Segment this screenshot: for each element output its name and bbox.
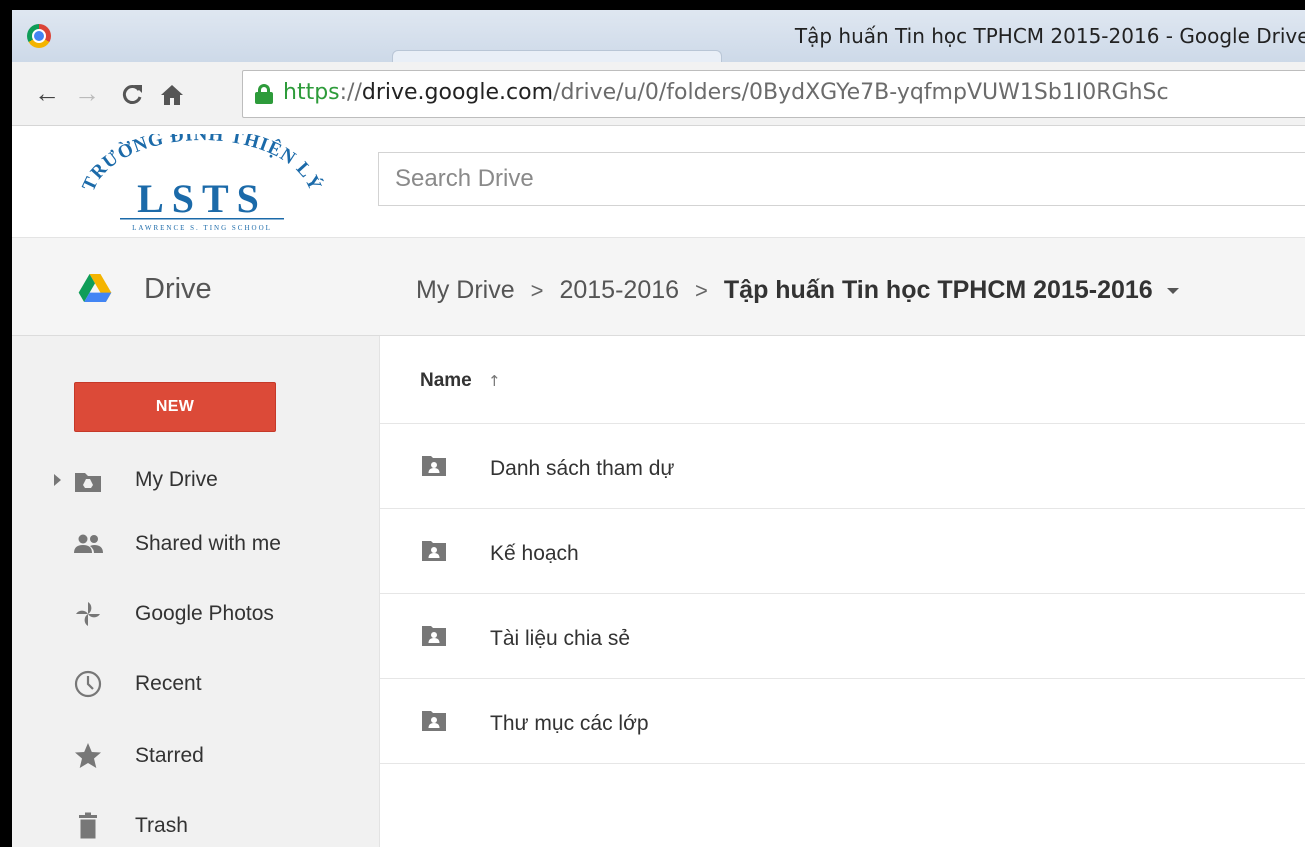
lock-icon[interactable] — [255, 84, 273, 104]
file-name: Thư mục các lớp — [490, 712, 649, 735]
reload-icon[interactable] — [120, 78, 144, 116]
column-header-name[interactable]: Name — [420, 370, 472, 392]
shared-folder-icon — [422, 456, 446, 476]
app-header: TRƯỜNG ĐINH THIỆN LÝ LSTS LAWRENCE S. TI… — [12, 126, 1305, 238]
title-bar: Tập huấn Tin học TPHCM 2015-2016 - Googl… — [12, 10, 1305, 64]
breadcrumb-current-folder[interactable]: Tập huấn Tin học TPHCM 2015-2016 — [724, 276, 1153, 305]
sidebar-item-label: My Drive — [135, 468, 218, 491]
sidebar-item-label: Trash — [135, 814, 188, 837]
people-icon — [74, 534, 103, 553]
trash-icon — [79, 812, 97, 839]
school-logo[interactable]: TRƯỜNG ĐINH THIỆN LÝ LSTS LAWRENCE S. TI… — [72, 134, 332, 234]
address-bar[interactable]: https://drive.google.com/drive/u/0/folde… — [242, 70, 1305, 118]
sidebar: NEW My Drive Shared with me Google Photo… — [12, 336, 380, 847]
home-icon[interactable] — [160, 78, 184, 115]
sidebar-item-starred[interactable]: Starred — [12, 726, 380, 786]
sidebar-item-label: Google Photos — [135, 602, 274, 625]
folder-dropdown-caret-icon[interactable] — [1166, 287, 1179, 294]
sidebar-item-label: Starred — [135, 744, 204, 767]
table-row[interactable]: Kế hoạch — [380, 509, 1305, 594]
url-text[interactable]: https://drive.google.com/drive/u/0/folde… — [283, 80, 1169, 105]
shared-folder-icon — [422, 626, 446, 646]
sidebar-item-trash[interactable]: Trash — [12, 796, 380, 847]
back-arrow-icon[interactable]: ← — [34, 78, 60, 108]
breadcrumb: My Drive > 2015-2016 > Tập huấn Tin học … — [416, 276, 1179, 305]
breadcrumb-2015-2016[interactable]: 2015-2016 — [559, 276, 679, 305]
browser-window: Tập huấn Tin học TPHCM 2015-2016 - Googl… — [12, 10, 1305, 847]
drive-subheader: Drive My Drive > 2015-2016 > Tập huấn Ti… — [12, 238, 1305, 336]
forward-arrow-icon[interactable]: → — [74, 78, 100, 108]
sidebar-item-label: Recent — [135, 672, 202, 695]
sidebar-item-shared-with-me[interactable]: Shared with me — [12, 514, 380, 574]
shared-folder-icon — [422, 711, 446, 731]
list-header: Name ↑ — [380, 336, 1305, 424]
breadcrumb-separator: > — [530, 277, 544, 303]
breadcrumb-separator: > — [695, 277, 708, 303]
sidebar-item-my-drive[interactable]: My Drive — [12, 450, 380, 510]
svg-text:LAWRENCE S. TING SCHOOL: LAWRENCE S. TING SCHOOL — [132, 224, 272, 232]
table-row[interactable]: Thư mục các lớp — [380, 679, 1305, 764]
chrome-logo-icon — [27, 24, 51, 48]
photos-pinwheel-icon — [76, 602, 100, 626]
my-drive-icon — [75, 473, 101, 492]
sidebar-item-google-photos[interactable]: Google Photos — [12, 584, 380, 644]
browser-toolbar: ← → https://drive.google.com/drive/u/0/f… — [12, 62, 1305, 126]
star-icon — [75, 743, 101, 768]
clock-icon — [74, 670, 102, 698]
google-drive-logo-icon[interactable] — [74, 274, 116, 302]
sidebar-item-label: Shared with me — [135, 532, 281, 555]
file-name: Tài liệu chia sẻ — [490, 627, 631, 650]
file-name: Kế hoạch — [490, 542, 579, 565]
sidebar-item-recent[interactable]: Recent — [12, 654, 380, 714]
window-title: Tập huấn Tin học TPHCM 2015-2016 - Googl… — [794, 24, 1305, 48]
expand-arrow-icon[interactable] — [54, 474, 61, 486]
file-list: Name ↑ Danh sách tham dự Kế hoạch Tài li… — [380, 336, 1305, 847]
sort-ascending-icon[interactable]: ↑ — [488, 372, 501, 390]
new-button[interactable]: NEW — [74, 382, 276, 432]
breadcrumb-my-drive[interactable]: My Drive — [416, 276, 515, 305]
file-name: Danh sách tham dự — [490, 457, 675, 480]
drive-app-name[interactable]: Drive — [144, 273, 212, 306]
svg-text:LSTS: LSTS — [137, 176, 267, 221]
search-input[interactable] — [379, 153, 1305, 205]
table-row[interactable]: Tài liệu chia sẻ — [380, 594, 1305, 679]
table-row[interactable]: Danh sách tham dự — [380, 424, 1305, 509]
search-box[interactable] — [378, 152, 1305, 206]
shared-folder-icon — [422, 541, 446, 561]
